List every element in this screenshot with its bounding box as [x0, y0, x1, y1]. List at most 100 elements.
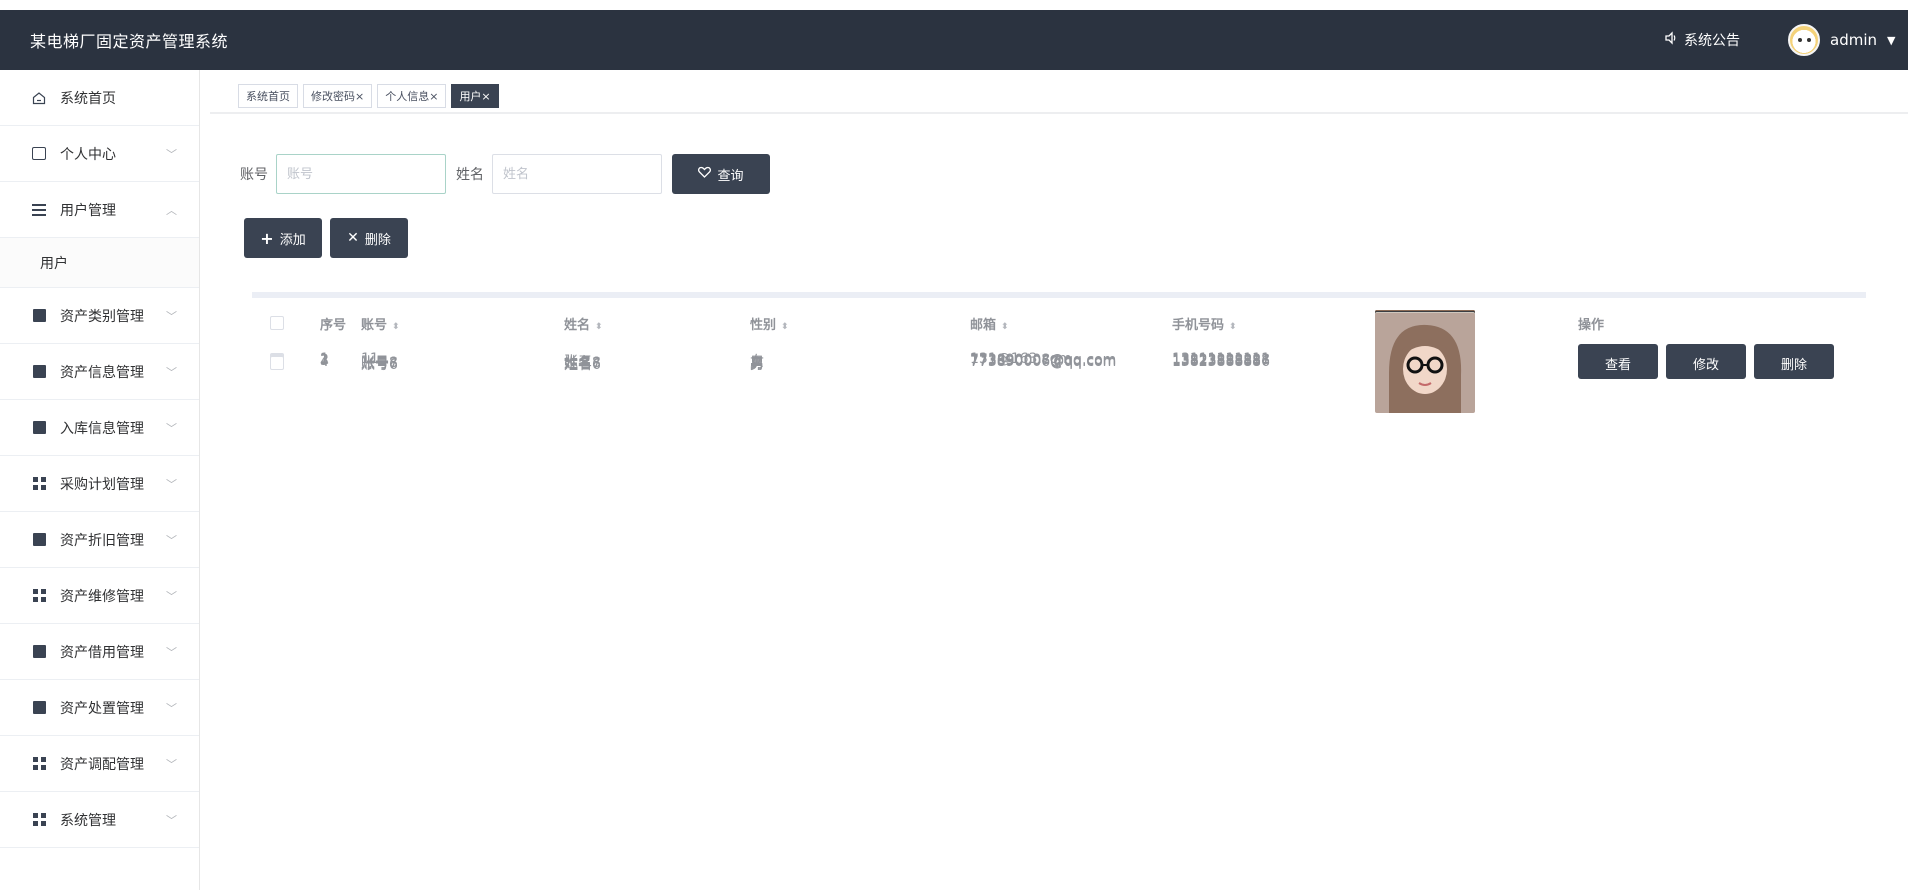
account-label: 账号: [240, 167, 268, 183]
add-button[interactable]: + 添加: [244, 218, 322, 258]
chevron-down-icon: ﹀: [166, 589, 177, 603]
header-phone[interactable]: 手机号码 ⬍: [1172, 314, 1237, 333]
edit-button[interactable]: 修改: [1666, 347, 1746, 379]
heart-icon: [698, 166, 712, 182]
avatar: [1788, 24, 1820, 56]
chevron-up-icon: ︿: [166, 203, 177, 217]
header-sex[interactable]: 性别 ⬍: [750, 314, 789, 333]
sort-icon: ⬍: [1001, 322, 1009, 332]
user-menu[interactable]: admin ▼: [1788, 24, 1895, 56]
select-all-checkbox[interactable]: [270, 316, 284, 330]
view-button[interactable]: 查看: [1578, 347, 1658, 379]
sidebar-item-label: 资产借用管理: [60, 644, 144, 661]
account-search-input[interactable]: [276, 154, 446, 194]
sidebar-item-asset-category[interactable]: 资产类别管理 ﹀: [0, 288, 199, 344]
sidebar-item-label: 用户管理: [60, 202, 116, 219]
header-index: 序号: [320, 318, 347, 333]
chevron-down-icon: ﹀: [166, 365, 177, 379]
query-button[interactable]: 查询: [672, 154, 770, 194]
header-label: 账号: [361, 318, 388, 333]
row-phone: 13823888886: [1172, 354, 1270, 370]
sidebar-item-label: 入库信息管理: [60, 420, 144, 437]
sort-icon: ⬍: [595, 322, 603, 332]
header-operations: 操作: [1578, 318, 1605, 333]
sidebar-item-system[interactable]: 系统管理 ﹀: [0, 792, 199, 848]
chevron-down-icon: ﹀: [166, 421, 177, 435]
close-icon: ✕: [347, 230, 359, 246]
add-button-label: 添加: [279, 232, 306, 248]
ticket-icon: [30, 699, 48, 717]
grid-icon: [30, 475, 48, 493]
row-account: 账号6: [361, 357, 398, 373]
sidebar-item-allocation[interactable]: 资产调配管理 ﹀: [0, 736, 199, 792]
plus-icon: +: [260, 228, 274, 248]
sidebar-item-label: 系统管理: [60, 812, 116, 829]
sidebar-item-label: 资产类别管理: [60, 308, 144, 325]
table-row: 4 账号6 姓名6 男 773890006@qq.com 13823888886…: [252, 297, 1866, 413]
chat-icon: [30, 307, 48, 325]
sidebar-item-user-management[interactable]: 用户管理 ︿: [0, 182, 199, 238]
home-icon: [30, 89, 48, 107]
clipboard-icon: [30, 363, 48, 381]
sidebar-item-label: 资产信息管理: [60, 364, 144, 381]
row-name: 姓名6: [564, 357, 601, 373]
sidebar-item-borrow[interactable]: 资产借用管理 ﹀: [0, 624, 199, 680]
sidebar-item-stock-in[interactable]: 入库信息管理 ﹀: [0, 400, 199, 456]
sidebar-item-label: 资产折旧管理: [60, 532, 144, 549]
sort-icon: ⬍: [781, 322, 789, 332]
chevron-down-icon: ﹀: [166, 477, 177, 491]
row-index: 4: [320, 354, 329, 370]
monitor-icon: [30, 531, 48, 549]
sidebar: 系统首页 个人中心 ﹀ 用户管理 ︿ 用户 资产类别管理 ﹀ 资产信息管理 ﹀ …: [0, 70, 200, 890]
sidebar-item-personal-center[interactable]: 个人中心 ﹀: [0, 126, 199, 182]
header-label: 姓名: [564, 318, 591, 333]
tab-home[interactable]: 系统首页: [238, 84, 298, 108]
chevron-down-icon: ﹀: [166, 757, 177, 771]
caret-down-icon: ▼: [1887, 33, 1896, 47]
grid-icon: [30, 587, 48, 605]
sidebar-item-depreciation[interactable]: 资产折旧管理 ﹀: [0, 512, 199, 568]
sidebar-item-disposal[interactable]: 资产处置管理 ﹀: [0, 680, 199, 736]
action-bar: + 添加 ✕ 删除: [244, 218, 408, 258]
sidebar-item-label: 资产处置管理: [60, 700, 144, 717]
sort-icon: ⬍: [1229, 322, 1237, 332]
system-notice-link[interactable]: 系统公告: [1664, 30, 1740, 50]
sidebar-item-purchase-plan[interactable]: 采购计划管理 ﹀: [0, 456, 199, 512]
delete-button[interactable]: ✕ 删除: [330, 218, 408, 258]
sidebar-item-label: 系统首页: [60, 90, 116, 107]
header-name[interactable]: 姓名 ⬍: [564, 314, 603, 333]
chevron-down-icon: ﹀: [166, 147, 177, 161]
sidebar-item-label: 资产调配管理: [60, 756, 144, 773]
chevron-down-icon: ﹀: [166, 813, 177, 827]
name-search-input[interactable]: [492, 154, 662, 194]
main-content: 系统首页 修改密码× 个人信息× 用户× 账号 姓名 查询 + 添加 ✕ 删除 …: [210, 70, 1908, 890]
row-delete-button[interactable]: 删除: [1754, 347, 1834, 379]
row-checkbox[interactable]: [270, 356, 284, 370]
header-label: 性别: [750, 318, 777, 333]
sidebar-subitem-user[interactable]: 用户: [0, 238, 199, 288]
sidebar-item-asset-info[interactable]: 资产信息管理 ﹀: [0, 344, 199, 400]
username: admin: [1830, 31, 1877, 49]
grid-icon: [30, 811, 48, 829]
query-button-label: 查询: [717, 168, 744, 184]
search-form: 账号 姓名 查询: [240, 154, 770, 194]
sidebar-item-label: 资产维修管理: [60, 588, 144, 605]
delete-button-label: 删除: [364, 232, 391, 248]
header-label: 邮箱: [970, 318, 997, 333]
tab-user[interactable]: 用户×: [451, 84, 499, 108]
chevron-down-icon: ﹀: [166, 701, 177, 715]
chevron-down-icon: ﹀: [166, 533, 177, 547]
list-icon: [30, 201, 48, 219]
sidebar-item-repair[interactable]: 资产维修管理 ﹀: [0, 568, 199, 624]
tab-personal-info[interactable]: 个人信息×: [377, 84, 447, 108]
header-email[interactable]: 邮箱 ⬍: [970, 314, 1009, 333]
tab-change-password[interactable]: 修改密码×: [303, 84, 373, 108]
chevron-down-icon: ﹀: [166, 645, 177, 659]
row-avatar[interactable]: [1375, 313, 1475, 417]
chart-icon: [30, 643, 48, 661]
user-table: 序号 账号⬍ 姓名⬍ 性别⬍ 邮箱⬍ 手机号码⬍ 头像⬍ 操作 1 11 张三 …: [252, 292, 1866, 413]
header-account[interactable]: 账号 ⬍: [361, 314, 400, 333]
check-clipboard-icon: [30, 419, 48, 437]
grid-icon: [30, 755, 48, 773]
sidebar-item-home[interactable]: 系统首页: [0, 70, 199, 126]
